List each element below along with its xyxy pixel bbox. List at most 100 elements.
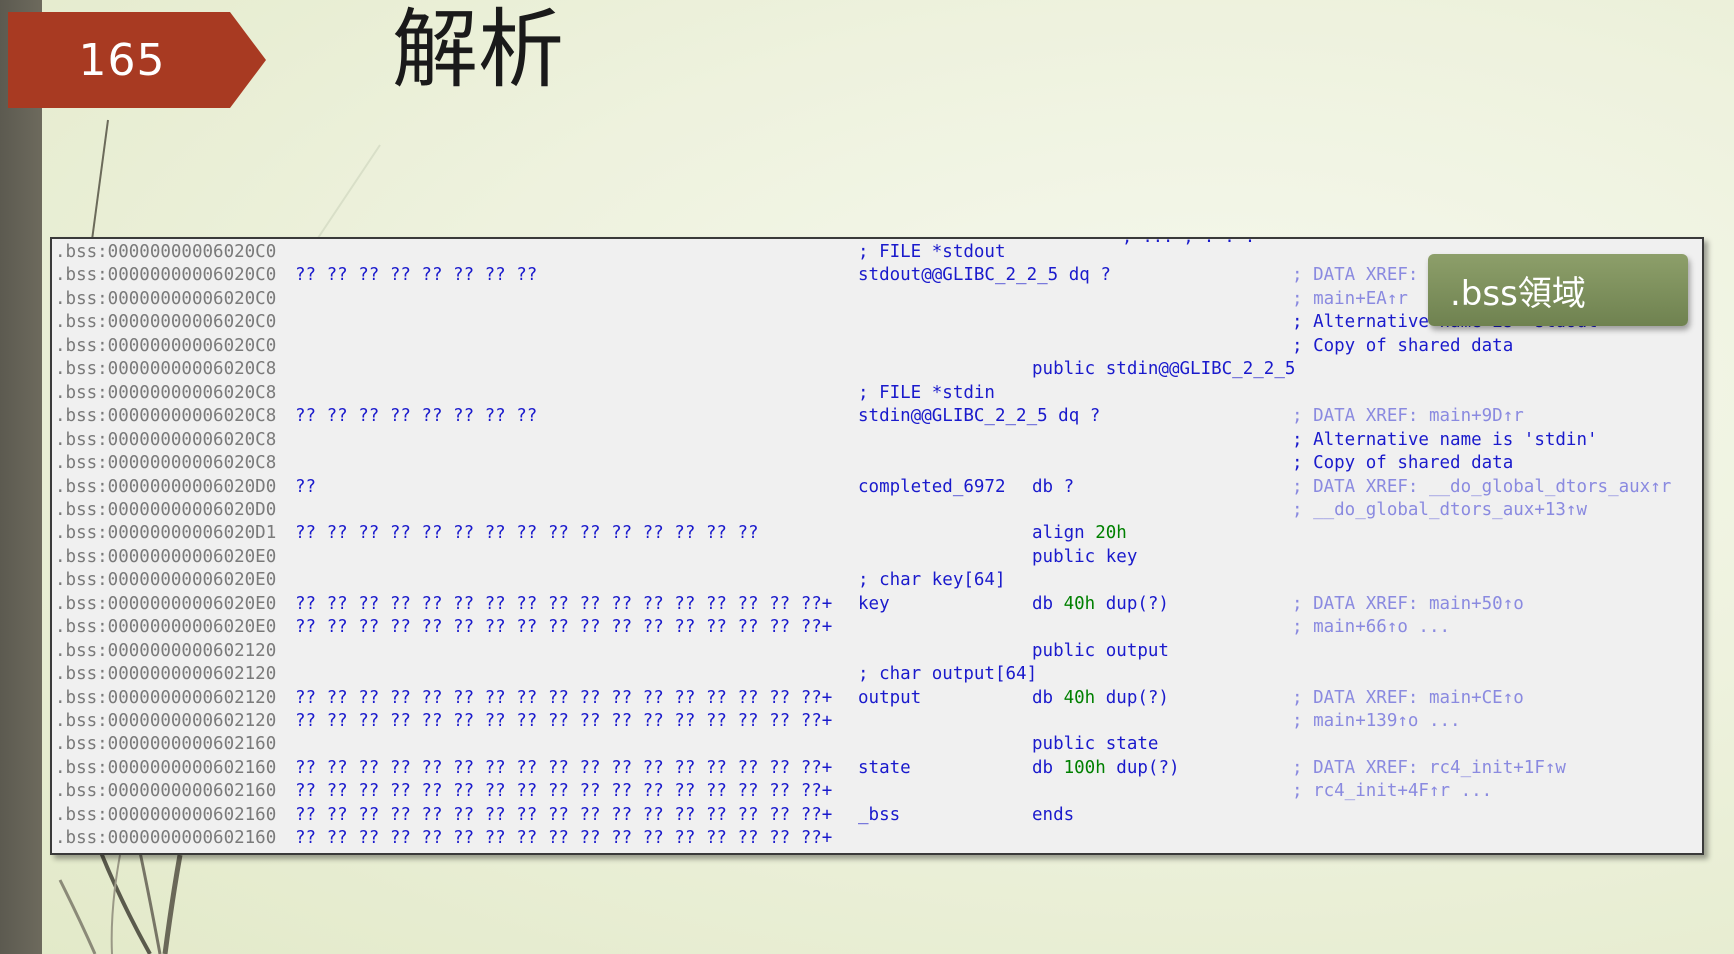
- disasm-line[interactable]: .bss:00000000006020E0 public key: [52, 546, 1702, 569]
- address-text: .bss:00000000006020C8: [55, 429, 277, 450]
- address-text: .bss:0000000000602120: [55, 711, 277, 731]
- xref-comment-text: ; main+139↑o ...: [1292, 711, 1461, 731]
- byte-dump-text: ?? ?? ?? ?? ?? ?? ?? ?? ?? ?? ?? ?? ?? ?…: [295, 804, 833, 825]
- disasm-line[interactable]: .bss:00000000006020D0?? completed_6972 db …: [52, 476, 1702, 499]
- disasm-line[interactable]: .bss:00000000006020E0 ?? ?? ?? ?? ?? ?? ?…: [52, 616, 1702, 639]
- hex-literal: 40h: [1063, 593, 1096, 614]
- xref-comment-text: ; __do_global_dtors_aux+13↑w: [1292, 499, 1588, 520]
- disasm-line[interactable]: .bss:0000000000602160 public state: [52, 733, 1702, 756]
- address-text: .bss:00000000006020E0: [55, 570, 277, 591]
- disasm-line[interactable]: .bss:00000000006020C8 ?? ?? ?? ?? ?? ?? ?…: [52, 405, 1702, 428]
- address-text: .bss:00000000006020D1: [55, 523, 277, 544]
- byte-dump-text: ?? ?? ?? ?? ?? ?? ?? ?? ?? ?? ?? ?? ?? ?…: [295, 687, 833, 708]
- instruction-text: db 40h dup(?): [1032, 593, 1169, 614]
- disasm-line[interactable]: .bss:0000000000602160 ?? ?? ?? ?? ?? ?? ?…: [52, 804, 1702, 827]
- address-text: .bss:00000000006020D0: [55, 476, 277, 497]
- byte-dump-text: ??: [295, 476, 317, 497]
- xref-comment-text: ; DATA XREF: main+50↑o: [1292, 593, 1524, 614]
- instruction-text: db 100h dup(?): [1032, 757, 1180, 778]
- hex-literal: 100h: [1063, 757, 1106, 778]
- byte-dump-text: ?? ?? ?? ?? ?? ?? ?? ??: [295, 265, 538, 286]
- note-comment-text: ; Copy of shared data: [1292, 453, 1514, 474]
- public-directive-text: public state: [1032, 734, 1159, 755]
- slide-title: 解析: [392, 0, 564, 100]
- instruction-text: db ?: [1032, 476, 1075, 497]
- address-text: .bss:00000000006020E0: [55, 593, 277, 614]
- type-comment-text: ; char key[64]: [858, 570, 1006, 591]
- address-text: .bss:00000000006020C8: [55, 359, 277, 380]
- address-text: .bss:00000000006020C8: [55, 382, 277, 403]
- label-text: output: [858, 687, 922, 708]
- instruction-text: db 40h dup(?): [1032, 687, 1169, 708]
- address-text: .bss:00000000006020C0: [55, 242, 277, 262]
- xref-comment-text: ; DATA XREF:: [1292, 265, 1429, 286]
- disasm-line[interactable]: .bss:0000000000602160 ?? ?? ?? ?? ?? ?? ?…: [52, 757, 1702, 780]
- byte-dump-text: ?? ?? ?? ?? ?? ?? ?? ?? ?? ?? ?? ?? ?? ?…: [295, 593, 833, 614]
- disasm-line[interactable]: .bss:00000000006020E0 ; char key[64]: [52, 569, 1702, 592]
- byte-dump-text: ?? ?? ?? ?? ?? ?? ?? ?? ?? ?? ?? ?? ?? ?…: [295, 781, 833, 802]
- address-text: .bss:0000000000602160: [55, 804, 277, 825]
- type-comment-text: ; char output[64]: [858, 664, 1038, 685]
- address-text: .bss:00000000006020D0: [55, 499, 277, 520]
- byte-dump-text: ?? ?? ?? ?? ?? ?? ?? ?? ?? ?? ?? ?? ?? ?…: [295, 828, 833, 849]
- xref-comment-text: ; main+EA↑r: [1292, 288, 1408, 309]
- byte-dump-text: ?? ?? ?? ?? ?? ?? ?? ?? ?? ?? ?? ?? ?? ?…: [295, 711, 833, 731]
- xref-comment-text: ; DATA XREF: __do_global_dtors_aux↑r: [1292, 476, 1672, 497]
- disasm-line[interactable]: .bss:00000000006020C8 ; Copy of shared da…: [52, 452, 1702, 475]
- byte-dump-text: ?? ?? ?? ?? ?? ?? ?? ?? ?? ?? ?? ?? ?? ?…: [295, 757, 833, 778]
- disasm-line[interactable]: .bss:0000000000602120 ; char output[64]: [52, 663, 1702, 686]
- label-text: state: [858, 757, 911, 778]
- address-text: .bss:00000000006020E0: [55, 546, 277, 567]
- public-directive-text: public key: [1032, 546, 1138, 567]
- address-text: .bss:0000000000602160: [55, 781, 277, 802]
- byte-dump-text: ?? ?? ?? ?? ?? ?? ?? ?? ?? ?? ?? ?? ?? ?…: [295, 523, 759, 544]
- xref-comment-text: ; DATA XREF: main+9D↑r: [1292, 406, 1524, 427]
- page-number: 165: [78, 34, 166, 86]
- disasm-line[interactable]: .bss:00000000006020D1 ?? ?? ?? ?? ?? ?? ?…: [52, 522, 1702, 545]
- disasm-line[interactable]: .bss:0000000000602160 ?? ?? ?? ?? ?? ?? ?…: [52, 780, 1702, 803]
- hex-literal: 40h: [1063, 687, 1096, 708]
- byte-dump-text: ?? ?? ?? ?? ?? ?? ?? ?? ?? ?? ?? ?? ?? ?…: [295, 617, 833, 638]
- byte-dump-text: ?? ?? ?? ?? ?? ?? ?? ??: [295, 406, 538, 427]
- ida-disassembly-view[interactable]: ; ... ; . . . .bss:00000000006020C0; FIL…: [50, 237, 1704, 855]
- disasm-line[interactable]: .bss:0000000000602120 public output: [52, 640, 1702, 663]
- disasm-line[interactable]: .bss:00000000006020C8 ; Alternative name …: [52, 429, 1702, 452]
- type-comment-text: ; FILE *stdin: [858, 382, 995, 403]
- label-text: stdin@@GLIBC_2_2_5 dq ?: [858, 406, 1101, 427]
- address-text: .bss:0000000000602120: [55, 687, 277, 708]
- page-number-badge: 165: [8, 12, 266, 108]
- disasm-line[interactable]: .bss:00000000006020C8 public stdin@@GLIBC…: [52, 358, 1702, 381]
- type-comment-text: ; FILE *stdout: [858, 242, 1006, 262]
- address-text: .bss:0000000000602160: [55, 757, 277, 778]
- instruction-text: align 20h: [1032, 523, 1127, 544]
- address-text: .bss:00000000006020C0: [55, 335, 277, 356]
- address-text: .bss:0000000000602160: [55, 828, 277, 849]
- label-text: _bss: [858, 804, 901, 825]
- hex-literal: 20h: [1095, 523, 1127, 544]
- instruction-text: ends: [1032, 804, 1075, 825]
- address-text: .bss:00000000006020C0: [55, 288, 277, 309]
- label-text: stdout@@GLIBC_2_2_5 dq ?: [858, 265, 1111, 286]
- xref-comment-text: ; main+66↑o ...: [1292, 617, 1451, 638]
- disasm-line[interactable]: .bss:0000000000602120 ?? ?? ?? ?? ?? ?? ?…: [52, 710, 1702, 733]
- disasm-line[interactable]: .bss:00000000006020D0 ; __do_global_dtors…: [52, 499, 1702, 522]
- note-comment-text: ; Alternative name is 'stdin': [1292, 429, 1598, 450]
- disasm-line[interactable]: .bss:00000000006020C0 ; Copy of shared da…: [52, 335, 1702, 358]
- address-text: .bss:00000000006020C0: [55, 265, 277, 286]
- public-directive-text: public output: [1032, 640, 1169, 661]
- disasm-line[interactable]: .bss:0000000000602160 ?? ?? ?? ?? ?? ?? ?…: [52, 827, 1702, 850]
- address-text: .bss:00000000006020C8: [55, 406, 277, 427]
- address-text: .bss:00000000006020C0: [55, 312, 277, 333]
- slide-left-bar: [0, 0, 42, 954]
- address-text: .bss:0000000000602120: [55, 664, 277, 685]
- disasm-line[interactable]: .bss:00000000006020C8 ; FILE *stdin: [52, 382, 1702, 405]
- disasm-line[interactable]: .bss:0000000000602120 ?? ?? ?? ?? ?? ?? ?…: [52, 687, 1702, 710]
- xref-comment-text: ; DATA XREF: main+CE↑o: [1292, 687, 1524, 708]
- address-text: .bss:0000000000602120: [55, 640, 277, 661]
- public-directive-text: public stdin@@GLIBC_2_2_5: [1032, 359, 1296, 380]
- xref-comment-text: ; DATA XREF: rc4_init+1F↑w: [1292, 757, 1566, 778]
- label-text: completed_6972: [858, 476, 1006, 497]
- address-text: .bss:00000000006020C8: [55, 453, 277, 474]
- address-text: .bss:00000000006020E0: [55, 617, 277, 638]
- disasm-line[interactable]: .bss:00000000006020E0 ?? ?? ?? ?? ?? ?? ?…: [52, 593, 1702, 616]
